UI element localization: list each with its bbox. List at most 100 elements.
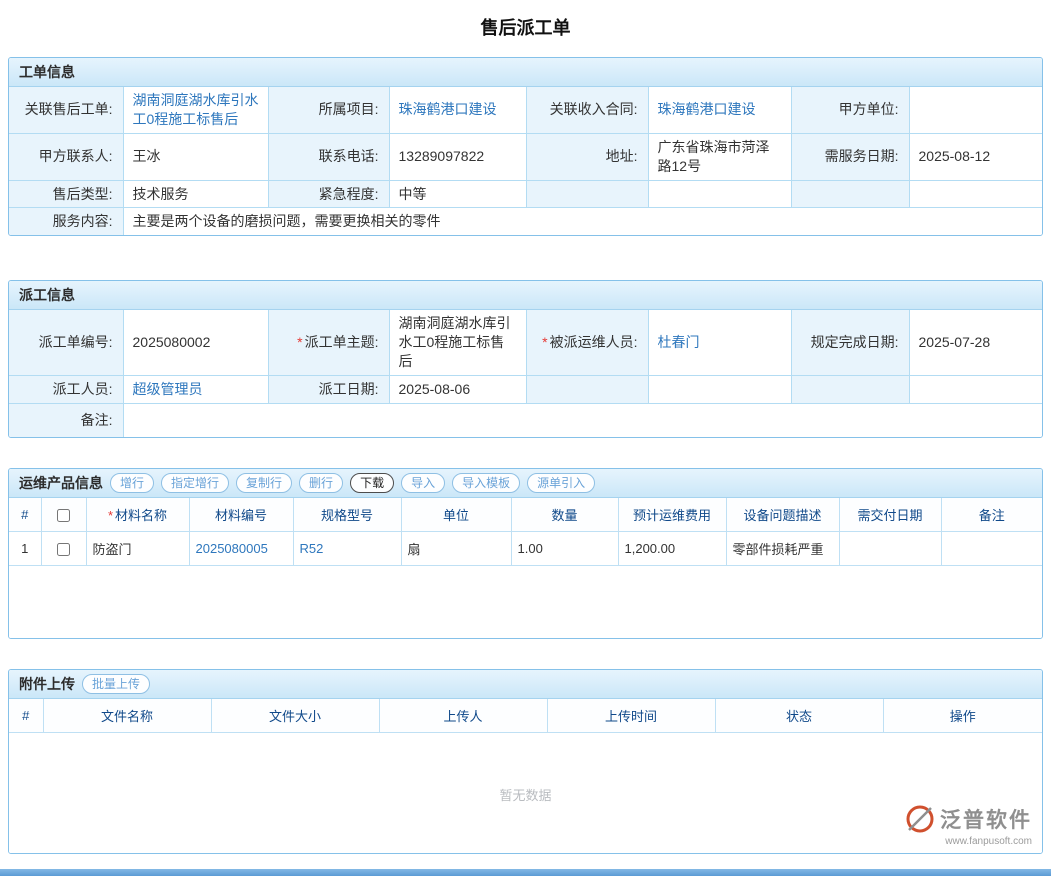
row-unit: 扇 <box>401 532 511 566</box>
phone-label: 联系电话: <box>268 133 389 180</box>
attachments-panel: 附件上传 批量上传 # 文件名称 文件大小 上传人 上传时间 状态 <box>8 669 1043 854</box>
address-label: 地址: <box>526 133 648 180</box>
col-remark: 备注 <box>941 498 1042 532</box>
attachments-empty-area: 暂无数据 泛普软件 www.fanpusoft.com <box>9 733 1042 853</box>
delete-row-button[interactable]: 删行 <box>299 473 343 493</box>
fanpu-logo-icon <box>904 803 936 835</box>
row-delivery-date <box>839 532 941 566</box>
work-order-form: 关联售后工单: 湖南洞庭湖水库引水工0程施工标售后 所属项目: 珠海鹤港口建设 … <box>9 87 1042 235</box>
attachments-table: # 文件名称 文件大小 上传人 上传时间 状态 操作 <box>9 699 1042 733</box>
dispatch-subject-label: *派工单主题: <box>268 310 389 375</box>
dispatch-date-value: 2025-08-06 <box>389 376 526 404</box>
col-action: 操作 <box>883 699 1042 733</box>
address-value: 广东省珠海市菏泽路12号 <box>648 133 791 180</box>
col-delivery-date: 需交付日期 <box>839 498 941 532</box>
products-panel-title: 运维产品信息 <box>19 473 103 493</box>
batch-upload-button[interactable]: 批量上传 <box>82 674 150 694</box>
service-date-label: 需服务日期: <box>791 133 909 180</box>
dispatch-subject-value: 湖南洞庭湖水库引水工0程施工标售后 <box>389 310 526 375</box>
required-mark: * <box>108 508 113 523</box>
products-panel: 运维产品信息 增行 指定增行 复制行 删行 下载 导入 导入模板 源单引入 # <box>8 468 1043 639</box>
urgency-label: 紧急程度: <box>268 180 389 208</box>
copy-row-button[interactable]: 复制行 <box>236 473 292 493</box>
project-value: 珠海鹤港口建设 <box>389 87 526 133</box>
insert-row-button[interactable]: 指定增行 <box>161 473 229 493</box>
source-import-button[interactable]: 源单引入 <box>527 473 595 493</box>
assignee-label-text: 被派运维人员: <box>550 334 638 350</box>
col-file-name: 文件名称 <box>43 699 211 733</box>
empty-label-cell <box>791 376 909 404</box>
work-order-row-2: 甲方联系人: 王冰 联系电话: 13289097822 地址: 广东省珠海市菏泽… <box>9 133 1042 180</box>
project-link[interactable]: 珠海鹤港口建设 <box>399 101 497 117</box>
income-contract-label: 关联收入合同: <box>526 87 648 133</box>
empty-value-cell <box>909 180 1042 208</box>
service-type-value: 技术服务 <box>123 180 268 208</box>
work-order-panel-header: 工单信息 <box>9 58 1042 87</box>
dispatch-panel-title: 派工信息 <box>19 285 75 305</box>
attachments-panel-header: 附件上传 批量上传 <box>9 670 1042 699</box>
download-button[interactable]: 下载 <box>350 473 394 493</box>
related-order-label: 关联售后工单: <box>9 87 123 133</box>
assignee-value: 杜春门 <box>648 310 791 375</box>
col-material-no: 材料编号 <box>189 498 293 532</box>
products-panel-header: 运维产品信息 增行 指定增行 复制行 删行 下载 导入 导入模板 源单引入 <box>9 469 1042 498</box>
due-date-value: 2025-07-28 <box>909 310 1042 375</box>
phone-value: 13289097822 <box>389 133 526 180</box>
dispatch-date-label: 派工日期: <box>268 376 389 404</box>
select-all-checkbox[interactable] <box>57 509 70 522</box>
work-order-panel: 工单信息 关联售后工单: 湖南洞庭湖水库引水工0程施工标售后 所属项目: 珠海鹤… <box>8 57 1043 236</box>
col-upload-time: 上传时间 <box>547 699 715 733</box>
required-mark: * <box>542 334 547 350</box>
work-order-panel-title: 工单信息 <box>19 62 75 82</box>
remark-label: 备注: <box>9 403 123 437</box>
service-content-label: 服务内容: <box>9 208 123 235</box>
page-title: 售后派工单 <box>8 0 1043 57</box>
brand-name: 泛普软件 <box>940 804 1032 834</box>
service-type-label: 售后类型: <box>9 180 123 208</box>
col-spec: 规格型号 <box>293 498 401 532</box>
import-button[interactable]: 导入 <box>401 473 445 493</box>
dispatch-panel-header: 派工信息 <box>9 281 1042 310</box>
work-order-row-1: 关联售后工单: 湖南洞庭湖水库引水工0程施工标售后 所属项目: 珠海鹤港口建设 … <box>9 87 1042 133</box>
dispatcher-value: 超级管理员 <box>123 376 268 404</box>
fanpu-brand: 泛普软件 www.fanpusoft.com <box>904 803 1032 847</box>
material-no-link[interactable]: 2025080005 <box>196 541 268 556</box>
col-unit: 单位 <box>401 498 511 532</box>
col-material-name-text: 材料名称 <box>115 508 167 523</box>
attachments-panel-title: 附件上传 <box>19 674 75 694</box>
col-qty: 数量 <box>511 498 618 532</box>
col-index: # <box>9 699 43 733</box>
empty-value-cell <box>909 376 1042 404</box>
row-spec: R52 <box>293 532 401 566</box>
income-contract-link[interactable]: 珠海鹤港口建设 <box>658 101 756 117</box>
related-order-link[interactable]: 湖南洞庭湖水库引水工0程施工标售后 <box>133 92 259 127</box>
dispatch-row-3: 备注: <box>9 403 1042 437</box>
row-qty: 1.00 <box>511 532 618 566</box>
table-row: 1 防盗门 2025080005 R52 扇 1.00 1,200.00 零部件… <box>9 532 1042 566</box>
row-select <box>41 532 86 566</box>
horizontal-scrollbar[interactable] <box>0 869 1051 876</box>
row-checkbox[interactable] <box>57 543 70 556</box>
service-date-value: 2025-08-12 <box>909 133 1042 180</box>
import-template-button[interactable]: 导入模板 <box>452 473 520 493</box>
col-select-all <box>41 498 86 532</box>
add-row-button[interactable]: 增行 <box>110 473 154 493</box>
products-empty-area <box>9 566 1042 638</box>
empty-value-cell <box>648 376 791 404</box>
dispatch-subject-label-text: 派工单主题: <box>305 334 379 350</box>
empty-value-cell <box>648 180 791 208</box>
party-a-contact-value: 王冰 <box>123 133 268 180</box>
spec-link[interactable]: R52 <box>300 541 324 556</box>
products-header-row: # *材料名称 材料编号 规格型号 单位 数量 预计运维费用 设备问题描述 需交… <box>9 498 1042 532</box>
col-file-size: 文件大小 <box>211 699 379 733</box>
row-est-cost: 1,200.00 <box>618 532 726 566</box>
dispatcher-link[interactable]: 超级管理员 <box>133 381 203 397</box>
assignee-link[interactable]: 杜春门 <box>658 334 700 350</box>
dispatch-no-value: 2025080002 <box>123 310 268 375</box>
col-status: 状态 <box>715 699 883 733</box>
page-content: 售后派工单 工单信息 关联售后工单: 湖南洞庭湖水库引水工0程施工标售后 所属项… <box>0 0 1051 854</box>
remark-value <box>123 403 1042 437</box>
col-issue: 设备问题描述 <box>726 498 839 532</box>
attachments-header-row: # 文件名称 文件大小 上传人 上传时间 状态 操作 <box>9 699 1042 733</box>
col-uploader: 上传人 <box>379 699 547 733</box>
